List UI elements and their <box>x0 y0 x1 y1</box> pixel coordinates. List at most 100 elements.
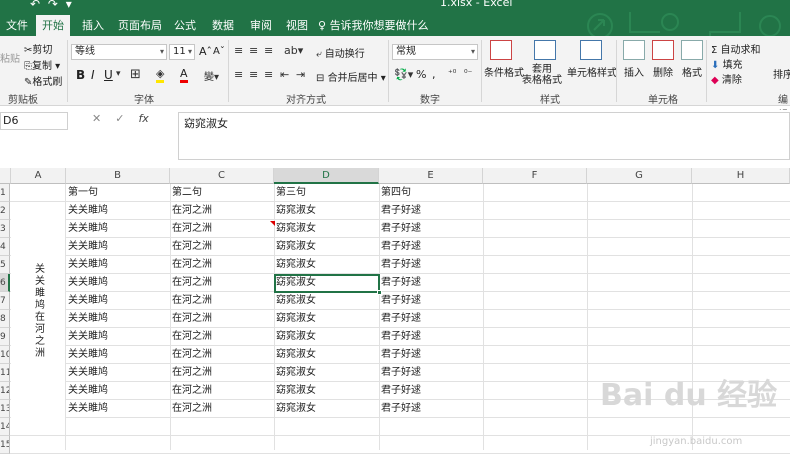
row-header-6[interactable]: 6 <box>0 274 10 292</box>
table-cell[interactable]: 关关雎鸠 <box>66 202 108 220</box>
name-box[interactable]: D6 <box>0 112 68 130</box>
table-cell[interactable]: 君子好逑 <box>379 310 421 328</box>
format-as-table-button[interactable]: 套用 表格格式 <box>522 64 562 86</box>
table-cell[interactable]: 窈窕淑女 <box>274 310 316 328</box>
grow-font-button[interactable]: Aˆ <box>199 45 212 58</box>
sort-filter-button[interactable]: 排序 <box>773 66 790 81</box>
italic-button[interactable]: I <box>91 68 95 82</box>
row-header-11[interactable]: 11 <box>0 364 10 382</box>
table-cell[interactable]: 在河之洲 <box>170 328 212 346</box>
table-cell[interactable]: 君子好逑 <box>379 292 421 310</box>
fill-handle[interactable] <box>377 290 382 295</box>
row-header-15[interactable]: 15 <box>0 436 10 454</box>
align-center-icon[interactable]: ≡ <box>249 68 258 81</box>
table-cell[interactable]: 关关雎鸠 <box>66 382 108 400</box>
table-cell[interactable]: 窈窕淑女 <box>274 364 316 382</box>
table-cell[interactable]: 君子好逑 <box>379 400 421 418</box>
table-cell[interactable]: 在河之洲 <box>170 292 212 310</box>
comma-button[interactable]: , <box>432 68 436 81</box>
table-cell[interactable]: 关关雎鸠 <box>66 364 108 382</box>
conditional-format-button[interactable]: 条件格式 <box>484 64 524 79</box>
align-middle-icon[interactable]: ≡ <box>249 44 258 57</box>
table-cell[interactable]: 君子好逑 <box>379 238 421 256</box>
autosum-button[interactable]: Σ 自动求和 <box>711 41 761 56</box>
column-header-e[interactable]: E <box>379 168 483 184</box>
underline-button[interactable]: U <box>104 68 113 82</box>
enter-icon[interactable]: ✓ <box>115 112 124 125</box>
table-cell[interactable]: 在河之洲 <box>170 310 212 328</box>
formula-input[interactable]: 窈窕淑女 <box>178 112 790 160</box>
table-cell[interactable]: 窈窕淑女 <box>274 238 316 256</box>
tab-view[interactable]: 视图 <box>280 15 314 36</box>
copy-button[interactable]: ⎘复制 ▾ <box>24 57 60 72</box>
row-header-3[interactable]: 3 <box>0 220 10 238</box>
decrease-indent-icon[interactable]: ⇤ <box>280 68 289 81</box>
table-cell[interactable]: 窈窕淑女 <box>274 328 316 346</box>
row-header-9[interactable]: 9 <box>0 328 10 346</box>
tab-data[interactable]: 数据 <box>206 15 240 36</box>
column-header-f[interactable]: F <box>483 168 587 184</box>
table-cell[interactable]: 在河之洲 <box>170 220 212 238</box>
delete-cells-button[interactable]: 删除 <box>653 64 673 79</box>
percent-button[interactable]: % <box>416 68 426 81</box>
table-cell[interactable]: 君子好逑 <box>379 328 421 346</box>
insert-function-button[interactable]: fx <box>138 112 148 125</box>
table-cell[interactable]: 窈窕淑女 <box>274 292 316 310</box>
tab-home[interactable]: 开始 <box>36 15 70 36</box>
format-cells-button[interactable]: 格式 <box>682 64 702 79</box>
row-header-4[interactable]: 4 <box>0 238 10 256</box>
row-header-14[interactable]: 14 <box>0 418 10 436</box>
table-cell[interactable]: 关关雎鸠 <box>66 220 108 238</box>
align-right-icon[interactable]: ≡ <box>264 68 273 81</box>
row-header-13[interactable]: 13 <box>0 400 10 418</box>
row-header-8[interactable]: 8 <box>0 310 10 328</box>
table-cell[interactable]: 君子好逑 <box>379 274 421 292</box>
merge-center-button[interactable]: ⊟ 合并后居中 ▾ <box>316 69 386 84</box>
font-color-icon[interactable]: A <box>180 67 188 83</box>
select-all-corner[interactable] <box>0 168 11 184</box>
table-cell[interactable]: 在河之洲 <box>170 274 212 292</box>
row-header-2[interactable]: 2 <box>0 202 10 220</box>
table-cell[interactable]: 窈窕淑女 <box>274 256 316 274</box>
cell-styles-button[interactable]: 单元格样式 <box>567 64 617 79</box>
active-cell-selection[interactable] <box>274 274 382 295</box>
table-cell[interactable]: 窈窕淑女 <box>274 346 316 364</box>
dropdown-arrow-icon[interactable]: ▾ <box>116 69 121 79</box>
increase-decimal-icon[interactable]: ⁺⁰ <box>448 69 456 79</box>
table-cell[interactable]: 君子好逑 <box>379 202 421 220</box>
cancel-icon[interactable]: ✕ <box>92 112 101 125</box>
paste-button[interactable]: 粘贴 <box>0 50 20 65</box>
column-header-d[interactable]: D <box>274 168 379 184</box>
cut-button[interactable]: ✂剪切 <box>24 41 52 56</box>
table-cell[interactable]: 在河之洲 <box>170 346 212 364</box>
font-name-select[interactable]: 等线 ▾ <box>71 44 167 60</box>
header-cell[interactable]: 第二句 <box>170 184 202 202</box>
table-cell[interactable]: 在河之洲 <box>170 382 212 400</box>
tab-insert[interactable]: 插入 <box>76 15 110 36</box>
table-cell[interactable]: 关关雎鸠 <box>66 400 108 418</box>
row-header-5[interactable]: 5 <box>0 256 10 274</box>
column-header-h[interactable]: H <box>692 168 790 184</box>
table-cell[interactable]: 关关雎鸠 <box>66 292 108 310</box>
tab-file[interactable]: 文件 <box>0 15 34 36</box>
quick-access-toolbar[interactable]: ↶ ↷ ▾ <box>30 0 74 11</box>
column-header-a[interactable]: A <box>11 168 66 184</box>
table-cell[interactable]: 窈窕淑女 <box>274 382 316 400</box>
align-bottom-icon[interactable]: ≡ <box>264 44 273 57</box>
decrease-decimal-icon[interactable]: ⁰⁻ <box>464 69 472 79</box>
table-cell[interactable]: 在河之洲 <box>170 202 212 220</box>
currency-icon[interactable]: 💱▾ <box>394 68 413 81</box>
table-cell[interactable]: 在河之洲 <box>170 238 212 256</box>
table-cell[interactable]: 君子好逑 <box>379 346 421 364</box>
font-size-select[interactable]: 11 ▾ <box>169 44 195 60</box>
header-cell[interactable]: 第一句 <box>66 184 98 202</box>
table-cell[interactable]: 关关雎鸠 <box>66 346 108 364</box>
row-header-1[interactable]: 1 <box>0 184 10 202</box>
column-header-c[interactable]: C <box>170 168 274 184</box>
table-cell[interactable]: 君子好逑 <box>379 256 421 274</box>
increase-indent-icon[interactable]: ⇥ <box>296 68 305 81</box>
wrap-text-button[interactable]: ⤶ 自动换行 <box>316 45 365 60</box>
table-cell[interactable]: 在河之洲 <box>170 364 212 382</box>
align-left-icon[interactable]: ≡ <box>234 68 243 81</box>
table-cell[interactable]: 窈窕淑女 <box>274 400 316 418</box>
